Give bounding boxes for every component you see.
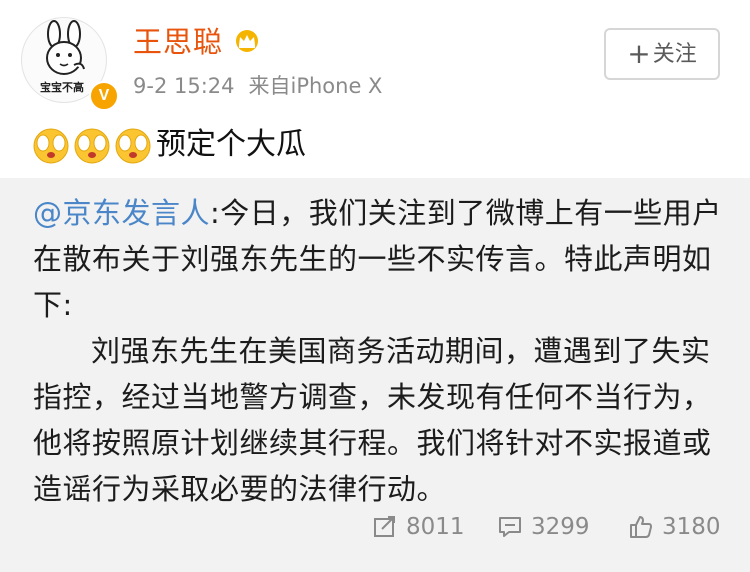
repost-count: 8011 [406, 514, 465, 540]
verified-badge-icon: V [89, 81, 119, 111]
follow-button[interactable]: +关注 [604, 28, 720, 80]
crown-icon [236, 30, 258, 52]
repost-count-button[interactable]: 8011 [372, 504, 465, 550]
plus-icon: + [627, 37, 651, 70]
avatar-caption: 宝宝不高 [40, 81, 84, 94]
repost-paragraph-1: @京东发言人:今日，我们关注到了微博上有一些用户在散布关于刘强东先生的一些不实传… [33, 190, 723, 328]
covering-face-emoji [33, 128, 69, 164]
thumbs-up-icon [630, 516, 652, 538]
post-content: 预定个大瓜 [31, 120, 306, 170]
repost-block[interactable]: @京东发言人:今日，我们关注到了微博上有一些用户在散布关于刘强东先生的一些不实传… [0, 178, 750, 572]
repost-body: @京东发言人:今日，我们关注到了微博上有一些用户在散布关于刘强东先生的一些不实传… [33, 190, 723, 512]
post-source: 来自iPhone X [248, 74, 383, 98]
post-meta: 9-2 15:24 来自iPhone X [133, 71, 382, 101]
comment-count: 3299 [531, 514, 590, 540]
like-count-button[interactable]: 3180 [628, 504, 721, 550]
mention-link[interactable]: @京东发言人 [33, 196, 210, 230]
weibo-post: 宝宝不高 V 王思聪 9-2 15:24 来自iPhone X +关注 预定个大… [0, 0, 750, 572]
username[interactable]: 王思聪 [133, 22, 223, 62]
comment-icon [499, 517, 521, 537]
follow-label: 关注 [652, 42, 697, 67]
covering-face-emoji [74, 128, 110, 164]
post-time: 9-2 15:24 [133, 74, 235, 98]
repost-paragraph-2: 刘强东先生在美国商务活动期间，遭遇到了失实指控，经过当地警方调查，未发现有任何不… [33, 334, 712, 506]
avatar-area[interactable]: 宝宝不高 V [21, 17, 119, 111]
comment-count-button[interactable]: 3299 [497, 504, 590, 550]
covering-face-emoji [115, 128, 151, 164]
like-count: 3180 [662, 514, 721, 540]
post-text: 预定个大瓜 [156, 127, 306, 162]
repost-stats: 8011 3299 3180 [0, 504, 750, 550]
repost-icon [374, 516, 395, 537]
